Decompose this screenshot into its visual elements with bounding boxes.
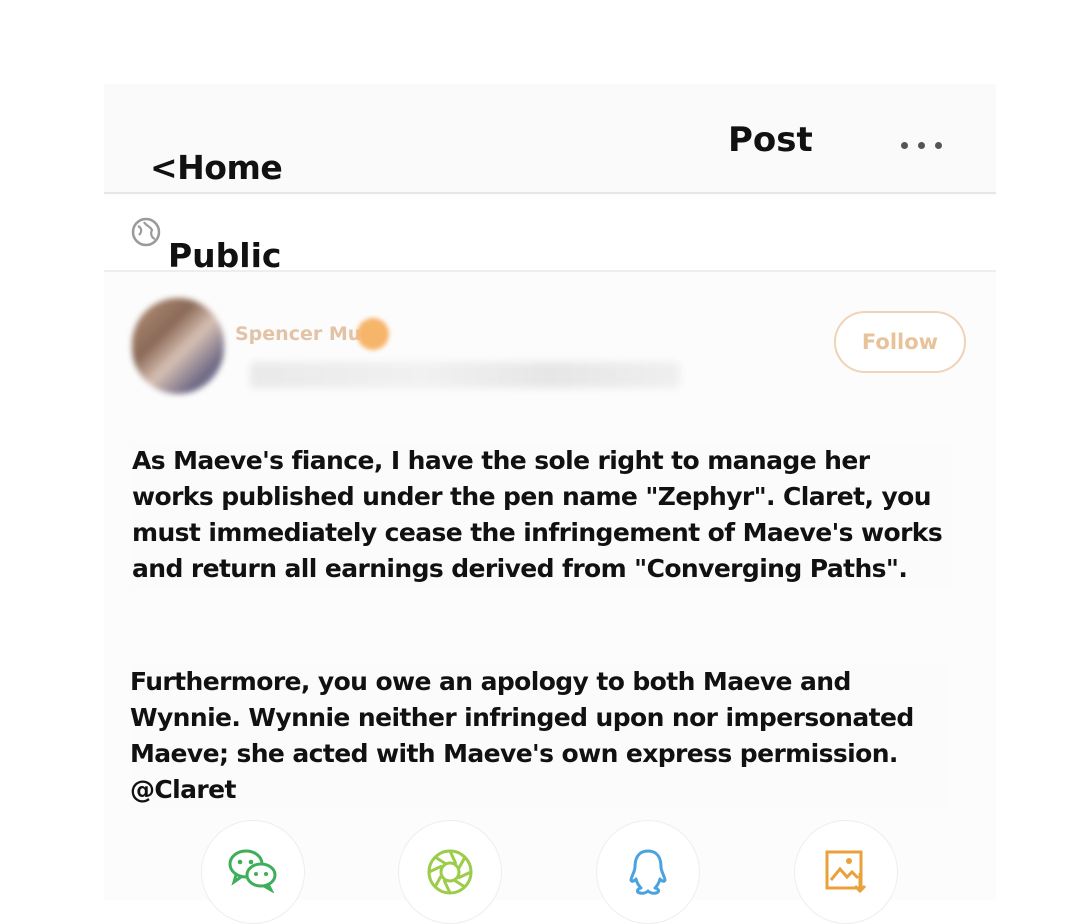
share-moments-button[interactable] bbox=[398, 820, 502, 924]
share-qq-button[interactable] bbox=[596, 820, 700, 924]
back-home-button[interactable]: <Home bbox=[150, 148, 283, 187]
more-dots-icon[interactable] bbox=[890, 130, 952, 160]
qq-icon bbox=[629, 849, 667, 895]
page-title: Post bbox=[728, 120, 813, 160]
vip-badge-icon bbox=[357, 318, 389, 350]
avatar[interactable] bbox=[132, 298, 224, 394]
post-paragraph-1: As Maeve's fiance, I have the sole right… bbox=[132, 443, 952, 587]
share-save-image-button[interactable] bbox=[794, 820, 898, 924]
wechat-icon bbox=[228, 849, 277, 893]
post-meta-blurred bbox=[250, 362, 680, 388]
visibility-label: Public bbox=[168, 236, 282, 275]
save-image-icon bbox=[825, 850, 867, 894]
share-wechat-button[interactable] bbox=[201, 820, 305, 924]
post-paragraph-2: Furthermore, you owe an apology to both … bbox=[130, 664, 950, 808]
author-name[interactable]: Spencer Mu bbox=[235, 323, 361, 345]
moments-icon bbox=[427, 849, 473, 895]
follow-button[interactable]: Follow bbox=[834, 311, 966, 373]
globe-icon bbox=[131, 217, 161, 247]
